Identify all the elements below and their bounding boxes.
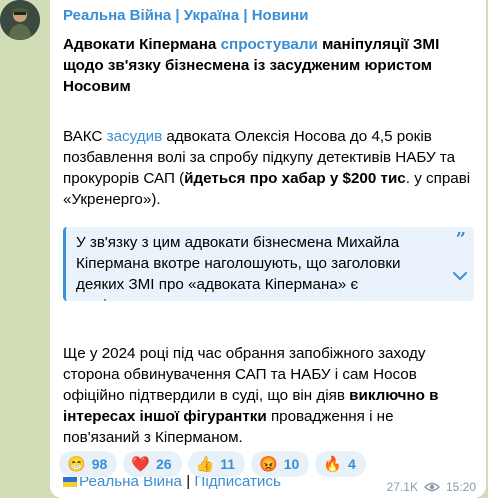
message-time: 15:20 <box>445 480 476 494</box>
headline-link[interactable]: спростували <box>221 36 318 53</box>
message-meta: 27.1K 15:20 <box>387 480 476 494</box>
headline: Адвокати Кіпермана спростували маніпуляц… <box>63 34 474 97</box>
eye-icon <box>423 482 440 492</box>
reaction-fire[interactable]: 🔥 4 <box>315 451 366 477</box>
p1-bold: йдеться про хабар у $200 тис <box>184 170 406 187</box>
angry-emoji-icon: 😡 <box>259 456 278 473</box>
message-text: Адвокати Кіпермана спростували маніпуляц… <box>63 34 474 210</box>
reaction-count: 26 <box>155 456 172 472</box>
reaction-thumbs-up[interactable]: 👍 11 <box>187 451 246 477</box>
quote-text: У зв'язку з цим адвокати бізнесмена Миха… <box>76 234 401 301</box>
soldier-avatar-icon <box>0 0 40 40</box>
grin-emoji-icon: 😁 <box>67 456 86 473</box>
reaction-count: 11 <box>220 456 236 472</box>
reaction-count: 10 <box>283 456 300 472</box>
paragraph-2: Ще у 2024 році під час обрання запобіжно… <box>63 343 474 448</box>
reaction-count: 4 <box>347 456 356 472</box>
p1-text: ВАКС <box>63 128 107 145</box>
views-count: 27.1K <box>386 480 418 494</box>
paragraph-2-wrap: Ще у 2024 році під час обрання запобіжно… <box>63 343 474 448</box>
heart-emoji-icon: ❤️ <box>131 456 150 473</box>
ukraine-flag-icon <box>63 477 77 487</box>
channel-avatar[interactable] <box>0 0 40 40</box>
reactions-bar: 😁 98 ❤️ 26 👍 11 😡 10 🔥 4 <box>59 451 366 477</box>
reaction-count: 98 <box>91 456 108 472</box>
reaction-grin[interactable]: 😁 98 <box>59 451 118 477</box>
message-bubble: Реальна Війна | Україна | Новини Адвокат… <box>50 0 486 498</box>
reaction-angry[interactable]: 😡 10 <box>251 451 310 477</box>
reaction-heart[interactable]: ❤️ 26 <box>123 451 182 477</box>
channel-name[interactable]: Реальна Війна | Україна | Новини <box>63 6 474 26</box>
expandable-quote[interactable]: ” У зв'язку з цим адвокати бізнесмена Ми… <box>63 227 474 301</box>
thumbs-up-emoji-icon: 👍 <box>195 456 215 473</box>
p1-link[interactable]: засудив <box>107 128 163 145</box>
quote-icon: ” <box>455 229 466 250</box>
chevron-down-icon[interactable] <box>452 271 468 281</box>
fire-emoji-icon: 🔥 <box>323 456 342 473</box>
paragraph-1: ВАКС засудив адвоката Олексія Носова до … <box>63 126 474 210</box>
headline-text: Адвокати Кіпермана <box>63 36 221 53</box>
